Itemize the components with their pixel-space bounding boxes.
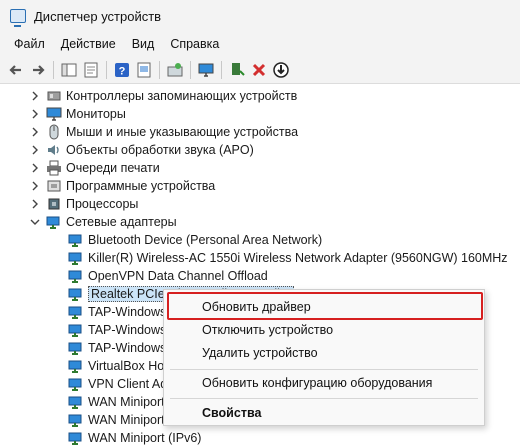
device-label: Killer(R) Wireless-AC 1550i Wireless Net… (88, 251, 508, 265)
chevron-right-icon[interactable] (30, 181, 40, 191)
view-icon[interactable] (133, 59, 155, 81)
network-adapter-icon (68, 232, 84, 248)
toolbar-separator (221, 60, 222, 79)
network-adapter-icon (68, 250, 84, 266)
chevron-right-icon[interactable] (30, 199, 40, 209)
tree-category-processors[interactable]: Процессоры (0, 195, 520, 213)
chevron-right-icon[interactable] (30, 109, 40, 119)
tree-category-label: Очереди печати (66, 161, 160, 175)
back-arrow-icon[interactable] (5, 59, 27, 81)
window-title: Диспетчер устройств (34, 8, 162, 24)
tree-device-item[interactable]: OpenVPN Data Channel Offload (0, 267, 520, 285)
storage-controller-icon (46, 88, 62, 104)
device-label: OpenVPN Data Channel Offload (88, 269, 268, 283)
menu-file[interactable]: Файл (6, 35, 53, 53)
tree-device-item[interactable]: WAN Miniport (IPv6) (0, 429, 520, 447)
menu-separator (170, 398, 478, 399)
printer-icon (46, 160, 62, 176)
disable-icon[interactable] (270, 59, 292, 81)
tree-category-mice[interactable]: Мыши и иные указывающие устройства (0, 123, 520, 141)
processor-icon (46, 196, 62, 212)
tree-category-monitors[interactable]: Мониторы (0, 105, 520, 123)
chevron-right-icon[interactable] (30, 127, 40, 137)
update-driver-icon[interactable] (226, 59, 248, 81)
tree-category-label: Контроллеры запоминающих устройств (66, 89, 298, 103)
monitor-icon (46, 106, 62, 122)
menu-action[interactable]: Действие (53, 35, 124, 53)
tree-category-label: Мониторы (66, 107, 126, 121)
tree-device-item[interactable]: Bluetooth Device (Personal Area Network) (0, 231, 520, 249)
network-adapter-icon (68, 340, 84, 356)
tree-device-item[interactable]: Killer(R) Wireless-AC 1550i Wireless Net… (0, 249, 520, 267)
menu-view[interactable]: Вид (124, 35, 163, 53)
menu-update-driver[interactable]: Обновить драйвер (164, 296, 484, 318)
device-label: VirtualBox Host (88, 359, 174, 373)
menu-properties[interactable]: Свойства (164, 402, 484, 424)
tree-category-network-adapters[interactable]: Сетевые адаптеры (0, 213, 520, 231)
toolbar-separator (53, 60, 54, 79)
tree-category-label: Процессоры (66, 197, 139, 211)
chevron-right-icon[interactable] (30, 163, 40, 173)
network-adapter-icon (68, 322, 84, 338)
menu-separator (170, 369, 478, 370)
tree-category-print-queues[interactable]: Очереди печати (0, 159, 520, 177)
tree-category-label: Программные устройства (66, 179, 216, 193)
scan-hardware-icon[interactable] (164, 59, 186, 81)
device-label: WAN Miniport (IPv6) (88, 431, 202, 445)
device-manager-icon (10, 9, 26, 27)
device-label: VPN Client Ada (88, 377, 175, 391)
device-label: TAP-Windows (88, 305, 167, 319)
toolbar-separator (190, 60, 191, 79)
context-menu: Обновить драйвер Отключить устройство Уд… (163, 289, 485, 426)
network-adapter-icon (68, 268, 84, 284)
forward-arrow-icon[interactable] (27, 59, 49, 81)
device-label: TAP-Windows (88, 323, 167, 337)
network-adapter-icon (68, 286, 84, 302)
tree-category-storage-controllers[interactable]: Контроллеры запоминающих устройств (0, 87, 520, 105)
network-adapter-icon (68, 358, 84, 374)
device-label: WAN Miniport (88, 413, 165, 427)
chevron-down-icon[interactable] (30, 217, 40, 227)
chevron-right-icon[interactable] (30, 145, 40, 155)
menu-disable-device[interactable]: Отключить устройство (164, 319, 484, 341)
monitor-icon[interactable] (195, 59, 217, 81)
software-device-icon (46, 178, 62, 194)
tree-category-label: Объекты обработки звука (APO) (66, 143, 254, 157)
tree-category-software-devices[interactable]: Программные устройства (0, 177, 520, 195)
network-adapter-icon (68, 412, 84, 428)
show-hide-tree-icon[interactable] (58, 59, 80, 81)
toolbar-separator (159, 60, 160, 79)
menu-scan-hardware[interactable]: Обновить конфигурацию оборудования (164, 372, 484, 394)
toolbar-separator (106, 60, 107, 79)
tree-category-label: Мыши и иные указывающие устройства (66, 125, 299, 139)
tree-category-label: Сетевые адаптеры (66, 215, 177, 229)
uninstall-icon[interactable] (248, 59, 270, 81)
title-bar: Диспетчер устройств (0, 0, 520, 32)
speaker-icon (46, 142, 62, 158)
toolbar: ? (0, 56, 520, 84)
menu-help[interactable]: Справка (162, 35, 227, 53)
menu-uninstall-device[interactable]: Удалить устройство (164, 342, 484, 364)
mouse-icon (46, 124, 62, 140)
network-adapter-icon (46, 214, 62, 230)
device-label: WAN Miniport (88, 395, 165, 409)
network-adapter-icon (68, 430, 84, 446)
menu-bar: Файл Действие Вид Справка (0, 32, 520, 56)
chevron-right-icon[interactable] (30, 91, 40, 101)
network-adapter-icon (68, 304, 84, 320)
help-icon[interactable]: ? (111, 59, 133, 81)
network-adapter-icon (68, 394, 84, 410)
device-label: Bluetooth Device (Personal Area Network) (88, 233, 323, 247)
tree-category-audio-apo[interactable]: Объекты обработки звука (APO) (0, 141, 520, 159)
network-adapter-icon (68, 376, 84, 392)
device-label: TAP-Windows (88, 341, 167, 355)
properties-icon[interactable] (80, 59, 102, 81)
svg-text:?: ? (119, 65, 126, 77)
